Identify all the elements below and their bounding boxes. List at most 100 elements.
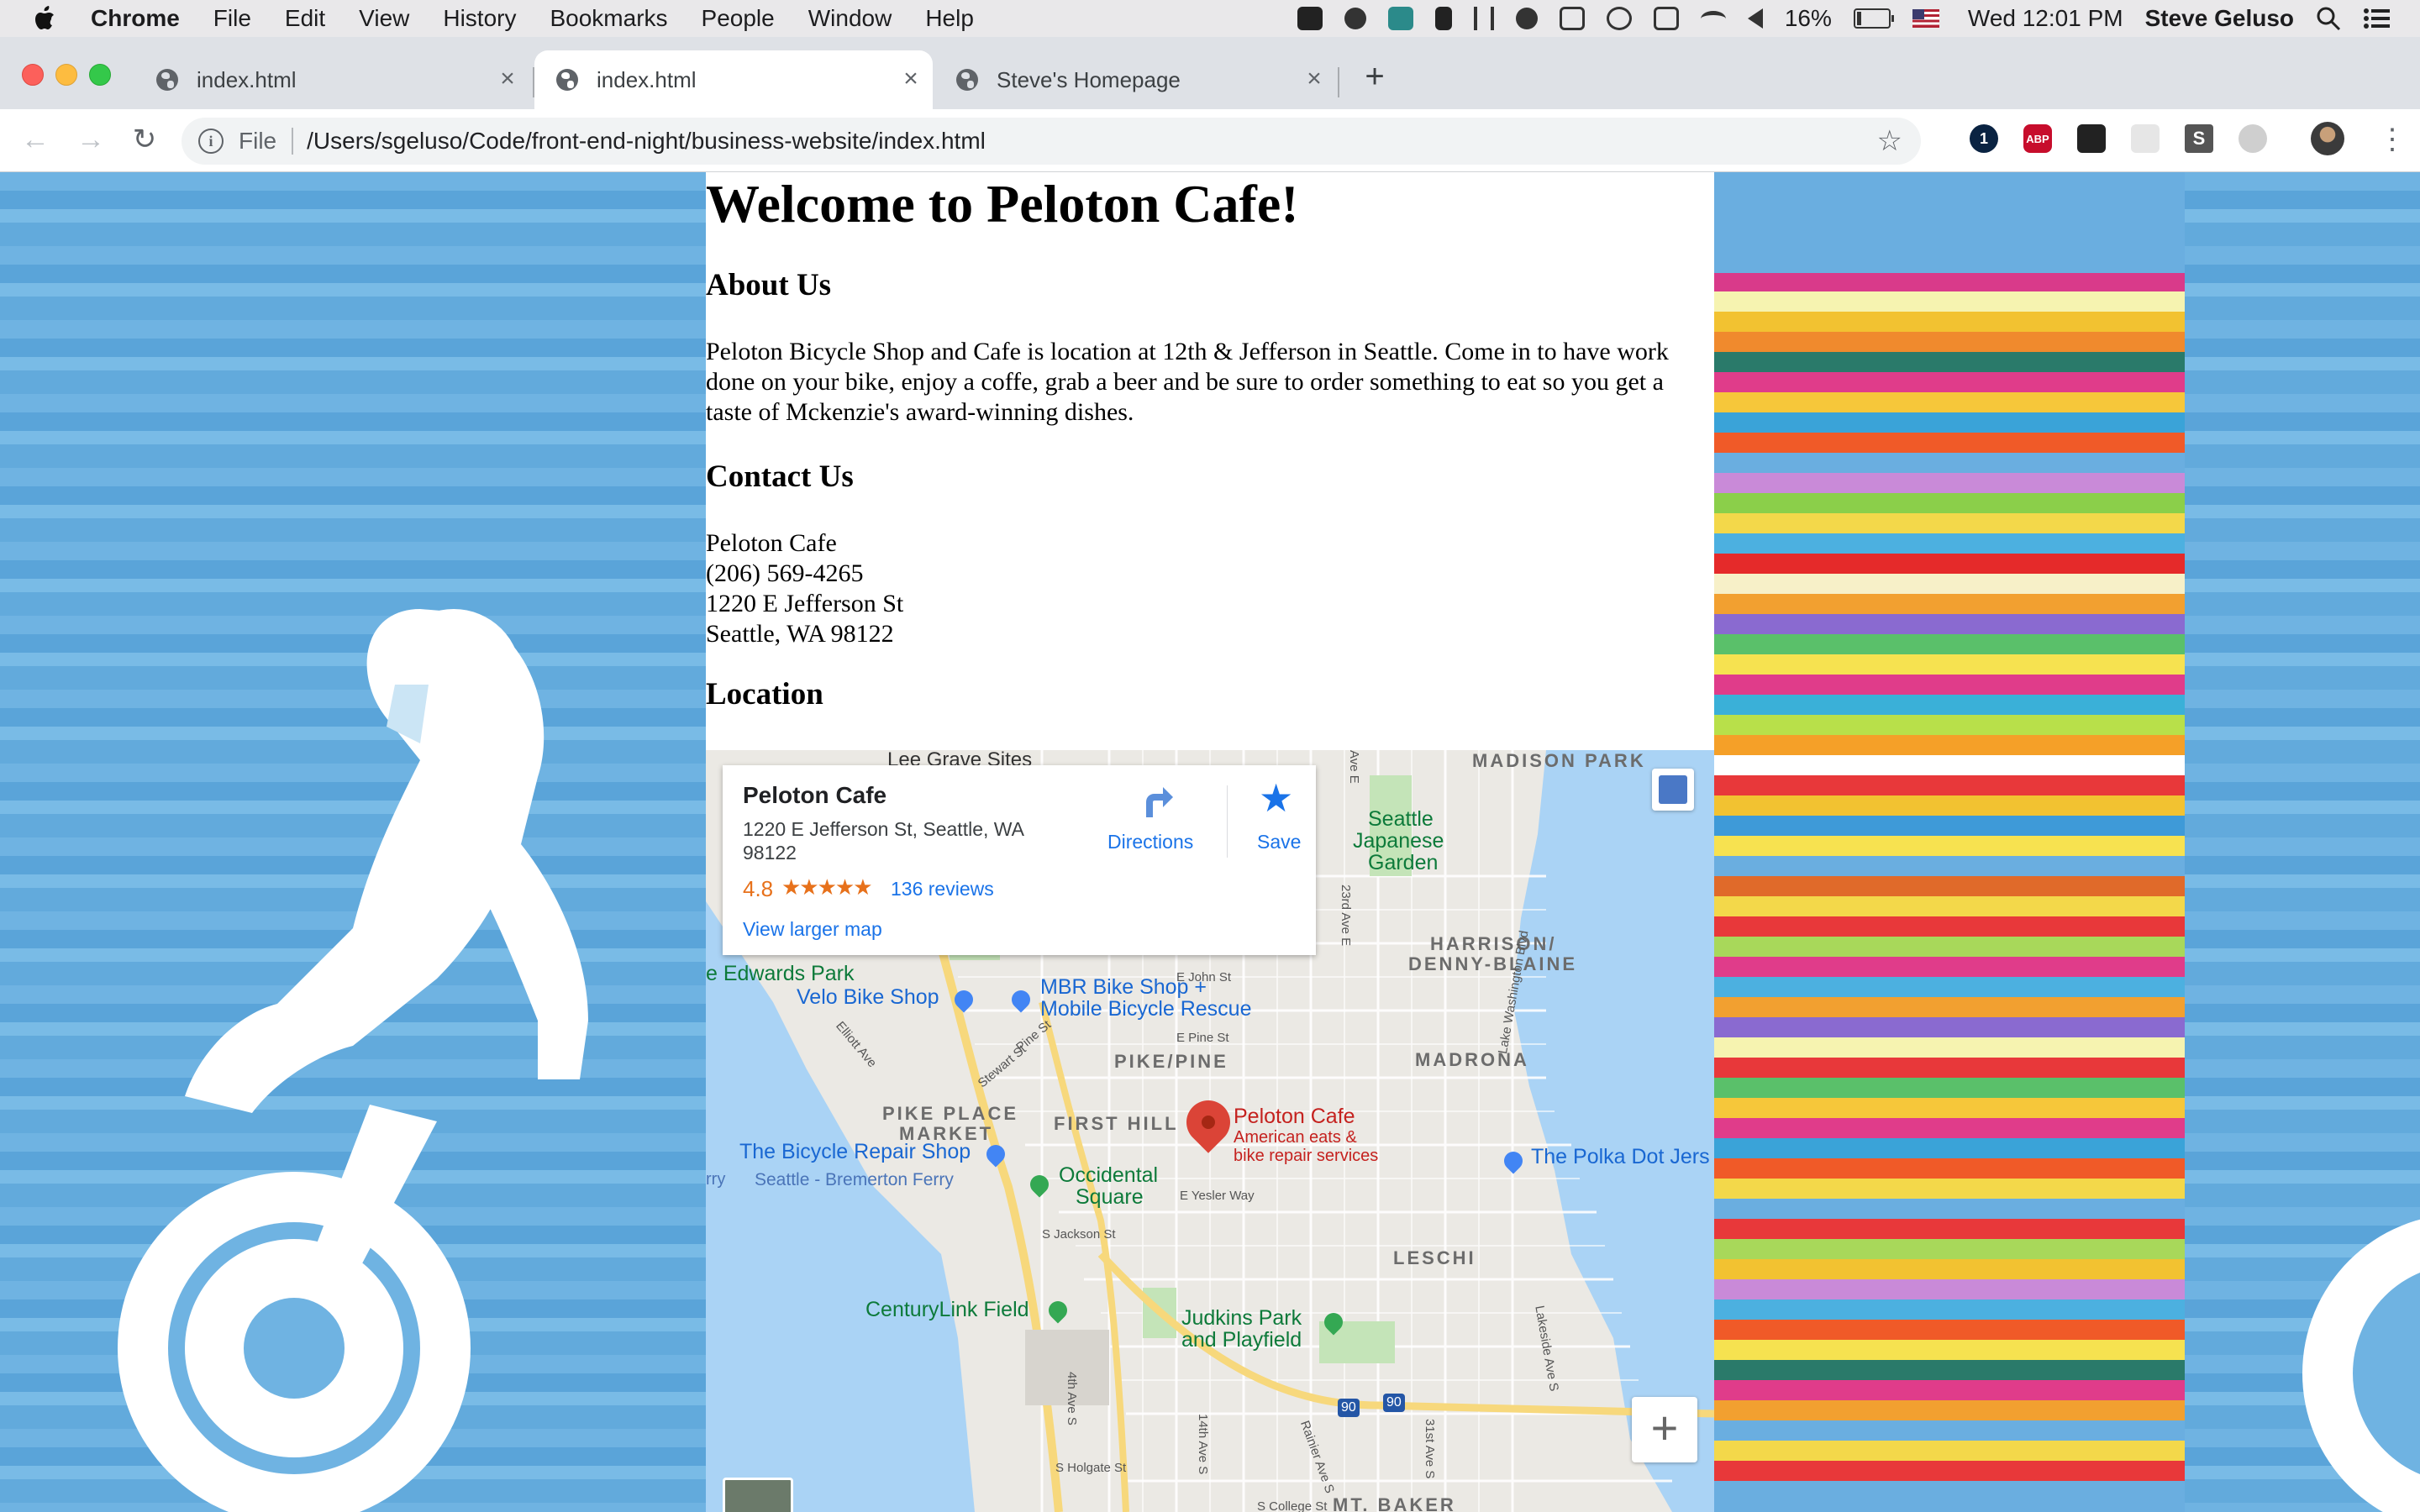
- map-label-occidental-1: Occidental: [1059, 1163, 1159, 1187]
- tab-steves-homepage[interactable]: Steve's Homepage ×: [934, 50, 1336, 109]
- site-info-icon[interactable]: i: [198, 129, 224, 154]
- new-tab-button[interactable]: +: [1358, 60, 1392, 94]
- sync-icon[interactable]: [1344, 8, 1366, 29]
- tab-index-1[interactable]: index.html ×: [134, 50, 529, 109]
- zoom-in-button[interactable]: +: [1632, 1397, 1697, 1462]
- evernote-icon[interactable]: [1297, 7, 1323, 30]
- directions-icon[interactable]: [1138, 784, 1175, 821]
- back-button[interactable]: ←: [17, 121, 54, 158]
- map-label-centurylink: CenturyLink Field: [865, 1298, 1029, 1321]
- map-label-velo[interactable]: Velo Bike Shop: [797, 985, 939, 1010]
- clock[interactable]: Wed 12:01 PM: [1968, 5, 2123, 32]
- flag-status-icon[interactable]: [1434, 7, 1452, 30]
- battery-icon[interactable]: [1853, 8, 1894, 29]
- map-label-peloton-sub-2: bike repair services: [1234, 1147, 1379, 1165]
- menu-history[interactable]: History: [443, 5, 516, 32]
- place-rating: 4.8: [743, 876, 774, 901]
- map-label-polka-dot[interactable]: The Polka Dot Jers: [1531, 1145, 1710, 1169]
- map-label-e-yesler: E Yesler Way: [1180, 1189, 1255, 1203]
- apple-menu-icon[interactable]: [34, 6, 55, 31]
- map-label-bicycle-repair[interactable]: The Bicycle Repair Shop: [739, 1140, 971, 1164]
- us-flag-input-icon[interactable]: [1912, 9, 1939, 28]
- globe-icon: [156, 69, 178, 91]
- display-icon[interactable]: [1559, 7, 1585, 30]
- satellite-toggle-thumbnail[interactable]: [723, 1478, 793, 1512]
- circle-extension-icon[interactable]: [2238, 124, 2267, 153]
- volume-icon[interactable]: [1747, 8, 1763, 29]
- tab-title: index.html: [597, 66, 697, 92]
- chrome-menu-icon[interactable]: ⋮: [2378, 123, 2407, 156]
- adblock-plus-icon[interactable]: ABP: [2023, 124, 2052, 153]
- location-heading: Location: [706, 677, 823, 711]
- menu-file[interactable]: File: [213, 5, 251, 32]
- menu-people[interactable]: People: [702, 5, 775, 32]
- menu-bookmarks[interactable]: Bookmarks: [550, 5, 667, 32]
- tab-strip: index.html × index.html × Steve's Homepa…: [0, 37, 2420, 109]
- street-view-pegman-icon[interactable]: [1652, 769, 1694, 811]
- view-larger-map-link[interactable]: View larger map: [743, 918, 882, 941]
- fork-icon[interactable]: [1473, 7, 1494, 30]
- window-close-button[interactable]: [22, 64, 44, 86]
- tab-close-icon[interactable]: ×: [497, 66, 518, 92]
- spotlight-search-icon[interactable]: [2316, 6, 2341, 31]
- save-star-icon[interactable]: ★: [1259, 779, 1293, 817]
- reviews-link[interactable]: 136 reviews: [891, 878, 994, 900]
- airplay-icon[interactable]: [1653, 7, 1679, 30]
- s-extension-icon[interactable]: S: [2185, 124, 2213, 153]
- map-label-peloton[interactable]: Peloton Cafe: [1234, 1105, 1355, 1129]
- reload-button[interactable]: ↻: [126, 121, 163, 158]
- notification-center-icon[interactable]: [2363, 7, 2391, 30]
- app-menu[interactable]: Chrome: [91, 5, 180, 32]
- cb-icon[interactable]: [1387, 7, 1413, 30]
- tab-index-2-active[interactable]: index.html ×: [534, 50, 933, 109]
- menu-edit[interactable]: Edit: [285, 5, 325, 32]
- contact-heading: Contact Us: [706, 459, 854, 494]
- accessibility-icon[interactable]: [1606, 7, 1632, 30]
- tab-close-icon[interactable]: ×: [901, 66, 921, 92]
- window-zoom-button[interactable]: [89, 64, 111, 86]
- embedded-map[interactable]: Lee Grave Sites MADISON PARK Seattle Jap…: [706, 750, 1714, 1512]
- contact-phone: (206) 569-4265: [706, 559, 864, 587]
- window-minimize-button[interactable]: [55, 64, 77, 86]
- globe-status-icon[interactable]: [1515, 8, 1538, 29]
- map-label-s-jackson: S Jackson St: [1042, 1227, 1116, 1242]
- map-label-judkins-2: and Playfield: [1181, 1328, 1302, 1352]
- user-name[interactable]: Steve Geluso: [2145, 5, 2294, 32]
- forward-button[interactable]: →: [72, 121, 109, 158]
- grid-extension-icon[interactable]: [2131, 124, 2160, 153]
- cyclist-silhouette-image: [118, 609, 588, 1512]
- map-label-4th-ave: 4th Ave S: [1065, 1372, 1079, 1425]
- map-label-mbr-2[interactable]: Mobile Bicycle Rescue: [1040, 997, 1252, 1021]
- menu-help[interactable]: Help: [925, 5, 974, 32]
- url-text[interactable]: /Users/sgeluso/Code/front-end-night/busi…: [307, 128, 986, 155]
- place-name: Peloton Cafe: [743, 782, 887, 808]
- profile-avatar-icon[interactable]: [2311, 122, 2344, 155]
- main-content: Welcome to Peloton Cafe! About Us Peloto…: [706, 172, 1714, 1512]
- cyclist-silhouette-right-image: [2302, 1219, 2420, 1512]
- map-label-rry: rry: [706, 1170, 726, 1189]
- map-label-mbr-1[interactable]: MBR Bike Shop +: [1040, 975, 1207, 1000]
- extension-icon[interactable]: [2077, 124, 2106, 153]
- map-label-ave-e: Ave E: [1347, 750, 1361, 784]
- address-bar[interactable]: i File /Users/sgeluso/Code/front-end-nig…: [182, 118, 1921, 165]
- tab-close-icon[interactable]: ×: [1304, 66, 1324, 92]
- contact-street: 1220 E Jefferson St: [706, 590, 904, 617]
- battery-percent: 16%: [1784, 5, 1832, 31]
- globe-icon: [956, 69, 978, 91]
- map-label-japanese-garden-1: Seattle: [1368, 807, 1434, 831]
- card-divider: [1227, 785, 1228, 858]
- menu-window[interactable]: Window: [808, 5, 892, 32]
- map-label-s-holgate: S Holgate St: [1055, 1461, 1127, 1475]
- map-label-japanese-garden-2: Japanese: [1353, 829, 1444, 853]
- map-label-edwards-park: e Edwards Park: [706, 962, 855, 985]
- menu-view[interactable]: View: [359, 5, 409, 32]
- directions-button[interactable]: Directions: [1107, 831, 1193, 853]
- contact-name: Peloton Cafe: [706, 529, 837, 557]
- star-rating-icon: ★★★★★: [781, 874, 873, 900]
- wifi-icon[interactable]: [1700, 10, 1726, 27]
- map-label-japanese-garden-3: Garden: [1368, 851, 1439, 874]
- 1password-icon[interactable]: 1: [1970, 124, 1998, 153]
- map-label-madrona: MADRONA: [1415, 1049, 1529, 1070]
- save-button[interactable]: Save: [1257, 831, 1301, 853]
- bookmark-star-icon[interactable]: ☆: [1877, 126, 1902, 156]
